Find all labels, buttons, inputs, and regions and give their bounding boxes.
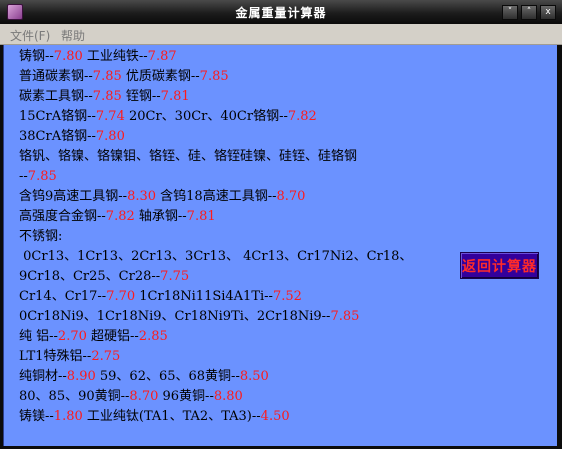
density-value: 7.80 xyxy=(53,49,83,64)
density-value: 1.80 xyxy=(53,409,83,424)
density-line: 铸钢--7.80 工业纯铁--7.87 xyxy=(19,49,177,65)
material-name: LT1特殊铝-- xyxy=(19,349,92,364)
material-name: 工业纯钛(TA1、TA2、TA3)-- xyxy=(82,409,261,424)
density-value: 7.75 xyxy=(160,269,190,284)
material-name: 80、85、90黄铜-- xyxy=(19,389,130,404)
material-name: 9Cr18、Cr25、Cr28-- xyxy=(19,269,161,284)
window-title: 金属重量计算器 xyxy=(235,6,327,20)
material-name: 38CrA铬钢-- xyxy=(19,129,96,144)
material-name: 0Cr18Ni9、1Cr18Ni9、Cr18Ni9Ti、2Cr18Ni9-- xyxy=(19,309,331,324)
density-value: 8.70 xyxy=(129,389,159,404)
density-line: 0Cr18Ni9、1Cr18Ni9、Cr18Ni9Ti、2Cr18Ni9--7.… xyxy=(19,309,359,325)
material-name: 优质碳素钢-- xyxy=(121,69,200,84)
density-value: 7.74 xyxy=(95,109,125,124)
density-value: 2.85 xyxy=(138,329,168,344)
density-value: 8.70 xyxy=(276,189,306,204)
density-line: 纯 铝--2.70 超硬铝--2.85 xyxy=(19,329,168,345)
density-line: 碳素工具钢--7.85 铚钢--7.81 xyxy=(19,89,190,105)
density-value: 7.81 xyxy=(186,209,216,224)
material-name: 铬钒、铬镍、铬镍钼、铬铚、硅、铬铚硅镍、硅铚、硅铬钢 xyxy=(19,149,358,164)
menu-bar: 文件(F) 帮助 xyxy=(0,24,562,45)
material-name: Cr14、Cr17-- xyxy=(19,289,107,304)
window-controls: ˅ ˄ x xyxy=(502,5,556,20)
close-button[interactable]: x xyxy=(540,5,556,20)
material-name: 铚钢-- xyxy=(121,89,161,104)
material-name: 超硬铝-- xyxy=(86,329,139,344)
material-name: 纯 铝-- xyxy=(19,329,58,344)
density-line: LT1特殊铝--2.75 xyxy=(19,349,120,365)
material-name: 59、62、65、68黄铜-- xyxy=(95,369,240,384)
density-value: 7.52 xyxy=(272,289,302,304)
density-value: 7.81 xyxy=(160,89,190,104)
density-value: 7.82 xyxy=(105,209,135,224)
material-name: 轴承钢-- xyxy=(134,209,187,224)
material-name: -- xyxy=(19,169,28,184)
density-value: 8.90 xyxy=(66,369,96,384)
density-line: 15CrA铬钢--7.74 20Cr、30Cr、40Cr铬钢--7.82 xyxy=(19,109,317,125)
material-name: 含钨18高速工具钢-- xyxy=(156,189,277,204)
density-line: 纯铜材--8.90 59、62、65、68黄铜--8.50 xyxy=(19,369,269,385)
density-value: 7.85 xyxy=(330,309,360,324)
density-line: 0Cr13、1Cr13、2Cr13、3Cr13、 4Cr13、Cr17Ni2、C… xyxy=(19,249,412,265)
material-name: 不锈钢: xyxy=(19,229,63,244)
title-bar[interactable]: 金属重量计算器 ˅ ˄ x xyxy=(0,0,562,24)
material-name: 96黄铜-- xyxy=(158,389,214,404)
density-line: 不锈钢: xyxy=(19,229,62,245)
material-name: 高强度合金钢-- xyxy=(19,209,106,224)
density-list-panel: 铸钢--7.80 工业纯铁--7.87 普通碳素钢--7.85 优质碳素钢--7.… xyxy=(3,45,557,446)
density-value: 2.70 xyxy=(57,329,87,344)
density-value: 8.50 xyxy=(239,369,269,384)
density-value: 7.82 xyxy=(287,109,317,124)
density-line: --7.85 xyxy=(19,169,57,185)
density-line: 含钨9高速工具钢--8.30 含钨18高速工具钢--8.70 xyxy=(19,189,305,205)
material-name: 1Cr18Ni11Si4A1Ti-- xyxy=(135,289,273,304)
material-name: 20Cr、30Cr、40Cr铬钢-- xyxy=(124,109,288,124)
material-name: 铸钢-- xyxy=(19,49,54,64)
material-name: 15CrA铬钢-- xyxy=(19,109,96,124)
density-line: Cr14、Cr17--7.70 1Cr18Ni11Si4A1Ti--7.52 xyxy=(19,289,302,305)
density-value: 8.80 xyxy=(213,389,243,404)
material-name: 工业纯铁-- xyxy=(82,49,148,64)
return-to-calculator-button[interactable]: 返回计算器 xyxy=(460,252,539,279)
material-name: 含钨9高速工具钢-- xyxy=(19,189,128,204)
material-name: 0Cr13、1Cr13、2Cr13、3Cr13、 4Cr13、Cr17Ni2、C… xyxy=(19,249,413,264)
density-line: 80、85、90黄铜--8.70 96黄铜--8.80 xyxy=(19,389,243,405)
density-value: 7.80 xyxy=(95,129,125,144)
density-value: 7.85 xyxy=(27,169,57,184)
density-value: 4.50 xyxy=(260,409,290,424)
material-name: 碳素工具钢-- xyxy=(19,89,93,104)
density-value: 7.85 xyxy=(92,69,122,84)
density-line: 铬钒、铬镍、铬镍钼、铬铚、硅、铬铚硅镍、硅铚、硅铬钢 xyxy=(19,149,357,165)
material-name: 纯铜材-- xyxy=(19,369,67,384)
density-value: 8.30 xyxy=(127,189,157,204)
material-name: 铸镁-- xyxy=(19,409,54,424)
density-line: 普通碳素钢--7.85 优质碳素钢--7.85 xyxy=(19,69,229,85)
minimize-button[interactable]: ˅ xyxy=(502,5,518,20)
density-value: 7.87 xyxy=(147,49,177,64)
material-name: 普通碳素钢-- xyxy=(19,69,93,84)
maximize-button[interactable]: ˄ xyxy=(521,5,537,20)
density-line: 38CrA铬钢--7.80 xyxy=(19,129,125,145)
return-button-label: 返回计算器 xyxy=(462,258,537,275)
menu-help[interactable]: 帮助 xyxy=(61,27,85,44)
density-value: 7.85 xyxy=(199,69,229,84)
density-value: 2.75 xyxy=(91,349,121,364)
menu-file[interactable]: 文件(F) xyxy=(10,27,50,44)
density-value: 7.70 xyxy=(106,289,136,304)
density-line: 9Cr18、Cr25、Cr28--7.75 xyxy=(19,269,189,285)
density-line: 铸镁--1.80 工业纯钛(TA1、TA2、TA3)--4.50 xyxy=(19,409,290,425)
density-line: 高强度合金钢--7.82 轴承钢--7.81 xyxy=(19,209,216,225)
density-value: 7.85 xyxy=(92,89,122,104)
app-window: 金属重量计算器 ˅ ˄ x 文件(F) 帮助 铸钢--7.80 工业纯铁--7.… xyxy=(0,0,562,449)
